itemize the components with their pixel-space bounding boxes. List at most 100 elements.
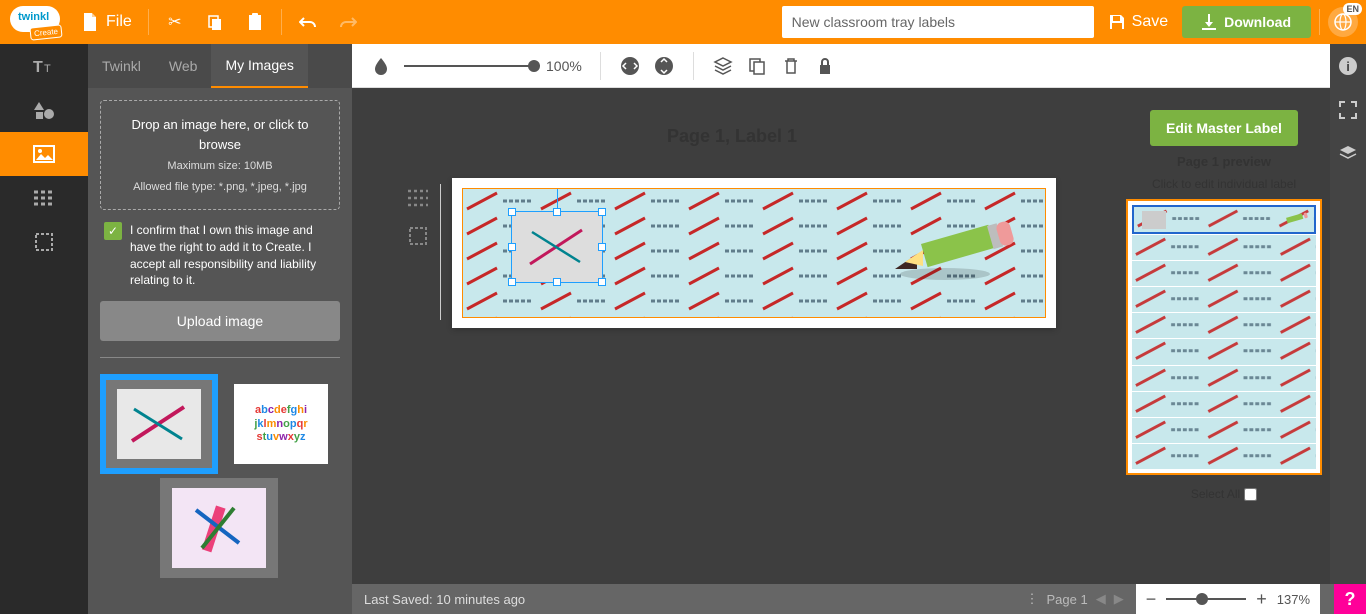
- image-thumb[interactable]: abcdefghijklmnopqrstuvwxyz: [222, 374, 340, 474]
- layers-button[interactable]: [712, 55, 734, 77]
- workspace[interactable]: Page 1, Label 1: [352, 88, 1366, 614]
- duplicate-button[interactable]: [746, 55, 768, 77]
- flip-horizontal-button[interactable]: [619, 55, 641, 77]
- copy-button[interactable]: [197, 6, 233, 38]
- upload-button[interactable]: Upload image: [100, 301, 340, 341]
- frame-guide-icon: [408, 226, 428, 246]
- cut-button[interactable]: ✂: [157, 6, 193, 38]
- opacity-slider[interactable]: [404, 65, 534, 67]
- globe-icon: [1333, 12, 1353, 32]
- zoom-slider[interactable]: [1166, 598, 1246, 600]
- document-name-input[interactable]: [782, 6, 1094, 38]
- canvas-toolbar: 100%: [352, 44, 1366, 88]
- clipboard-icon: [245, 12, 265, 32]
- tab-twinkl[interactable]: Twinkl: [88, 44, 155, 88]
- image-source-tabs: Twinkl Web My Images: [88, 44, 352, 88]
- right-tool-rail: i: [1330, 44, 1366, 584]
- download-button[interactable]: Download: [1182, 6, 1311, 38]
- preview-label[interactable]: [1132, 235, 1316, 260]
- file-menu[interactable]: File: [72, 6, 140, 38]
- undo-icon: [298, 12, 318, 32]
- image-thumb[interactable]: [160, 478, 278, 578]
- selected-image[interactable]: [511, 211, 603, 283]
- page-menu-icon: ⋮: [1026, 591, 1039, 607]
- edit-master-button[interactable]: Edit Master Label: [1150, 110, 1298, 146]
- pattern-icon: [34, 188, 54, 208]
- layers-panel-button[interactable]: [1330, 132, 1366, 176]
- lock-button[interactable]: [814, 55, 836, 77]
- image-icon: [33, 145, 55, 163]
- svg-text:T: T: [33, 59, 43, 75]
- scissors-icon: ✂: [165, 12, 185, 32]
- delete-button[interactable]: [780, 55, 802, 77]
- paste-button[interactable]: [237, 6, 273, 38]
- preview-label[interactable]: [1132, 444, 1316, 469]
- label-guides: [408, 188, 428, 246]
- page-navigator[interactable]: ⋮ Page 1 ◀ ▶: [1026, 591, 1124, 607]
- layers-icon: [1338, 144, 1358, 164]
- fullscreen-button[interactable]: [1330, 88, 1366, 132]
- images-tool[interactable]: [0, 132, 88, 176]
- left-tool-rail: TT: [0, 44, 88, 614]
- pattern-guide-icon: [408, 188, 428, 208]
- label-editor[interactable]: [452, 178, 1056, 328]
- preview-subtitle: Click to edit individual label: [1152, 177, 1296, 191]
- select-all-row: Select All: [1191, 487, 1257, 501]
- text-icon: TT: [33, 57, 55, 75]
- divider: [148, 9, 149, 35]
- dropzone-size: Maximum size: 10MB: [111, 158, 329, 175]
- info-icon: i: [1338, 56, 1358, 76]
- text-tool[interactable]: TT: [0, 44, 88, 88]
- image-thumb[interactable]: [100, 374, 218, 474]
- preview-label[interactable]: [1132, 287, 1316, 312]
- preview-label[interactable]: [1132, 366, 1316, 391]
- upload-dropzone[interactable]: Drop an image here, or click to browse M…: [100, 100, 340, 210]
- frames-tool[interactable]: [0, 220, 88, 264]
- svg-text:T: T: [44, 63, 51, 75]
- download-label: Download: [1224, 14, 1291, 30]
- patterns-tool[interactable]: [0, 176, 88, 220]
- file-label: File: [106, 13, 132, 31]
- opacity-value: 100%: [546, 58, 582, 74]
- divider: [100, 357, 340, 358]
- prev-page-icon[interactable]: ◀: [1096, 591, 1106, 607]
- save-button[interactable]: Save: [1098, 13, 1178, 31]
- preview-label[interactable]: [1132, 205, 1316, 234]
- tab-web[interactable]: Web: [155, 44, 212, 88]
- tab-my-images[interactable]: My Images: [211, 44, 307, 88]
- confirm-text: I confirm that I own this image and have…: [130, 222, 336, 289]
- confirm-checkbox[interactable]: ✓: [104, 222, 122, 240]
- select-all-checkbox[interactable]: [1244, 488, 1257, 501]
- help-icon: ?: [1345, 589, 1356, 610]
- shapes-icon: [33, 100, 55, 120]
- side-panel: Twinkl Web My Images Drop an image here,…: [88, 44, 352, 614]
- preview-label[interactable]: [1132, 339, 1316, 364]
- language-code: EN: [1343, 3, 1362, 15]
- info-button[interactable]: i: [1330, 44, 1366, 88]
- page-preview: [1126, 199, 1322, 475]
- next-page-icon[interactable]: ▶: [1114, 591, 1124, 607]
- zoom-out-button[interactable]: −: [1146, 589, 1157, 610]
- fullscreen-icon: [1339, 101, 1357, 119]
- select-all-label: Select All: [1191, 487, 1240, 501]
- help-button[interactable]: ?: [1334, 584, 1366, 614]
- preview-label[interactable]: [1132, 261, 1316, 286]
- language-button[interactable]: EN: [1328, 7, 1358, 37]
- save-icon: [1108, 13, 1126, 31]
- redo-button[interactable]: [330, 6, 366, 38]
- page-title: Page 1, Label 1: [352, 126, 1112, 147]
- zoom-in-button[interactable]: +: [1256, 589, 1267, 610]
- flip-vertical-button[interactable]: [653, 55, 675, 77]
- divider: [1319, 9, 1320, 35]
- zoom-control: − + 137%: [1136, 584, 1320, 614]
- preview-label[interactable]: [1132, 418, 1316, 443]
- my-images-grid: abcdefghijklmnopqrstuvwxyz: [100, 374, 340, 578]
- preview-label[interactable]: [1132, 392, 1316, 417]
- preview-label[interactable]: [1132, 313, 1316, 338]
- shapes-tool[interactable]: [0, 88, 88, 132]
- app-logo[interactable]: twinkl Create: [8, 4, 68, 40]
- undo-button[interactable]: [290, 6, 326, 38]
- copy-icon: [205, 12, 225, 32]
- save-label: Save: [1132, 13, 1168, 31]
- pencil-illustration: [895, 214, 1015, 284]
